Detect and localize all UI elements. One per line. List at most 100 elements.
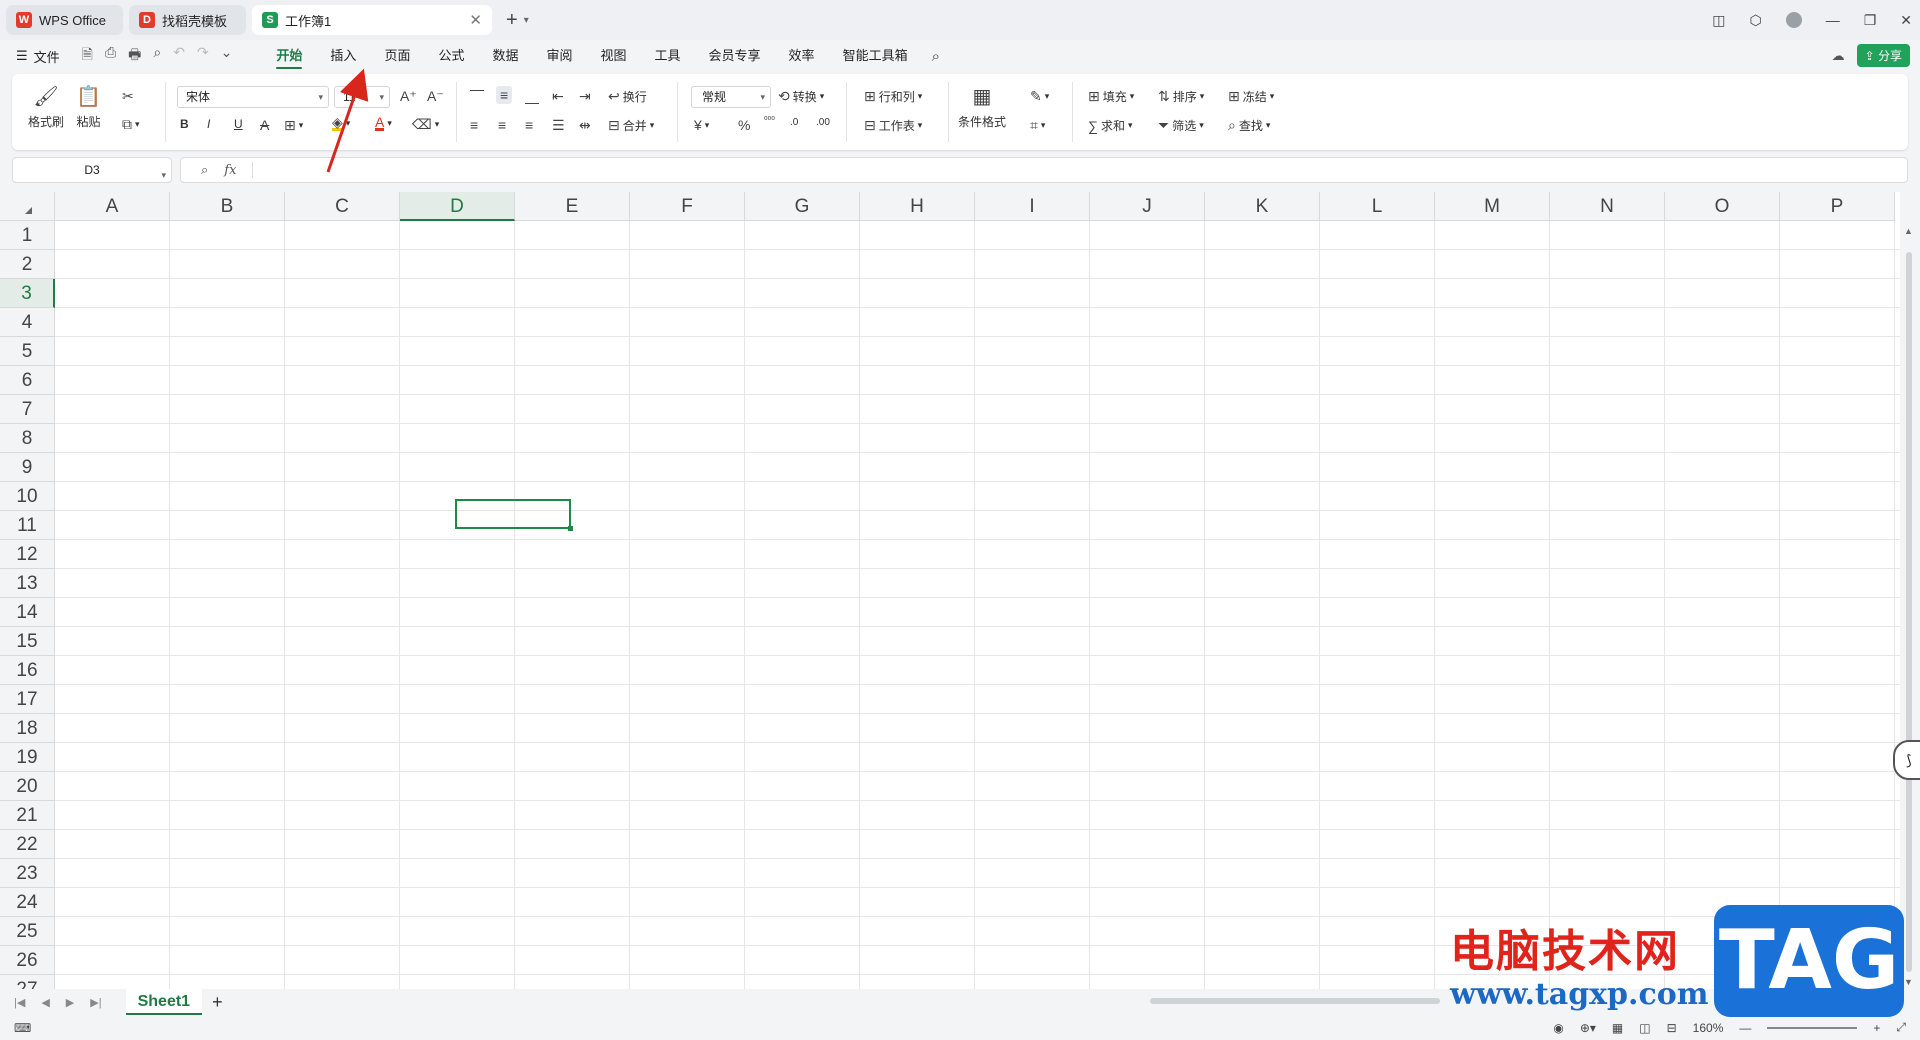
italic-button[interactable]: I [207, 117, 210, 131]
border-button[interactable]: ⊞ ▾ [284, 117, 303, 134]
restore-icon[interactable]: ❐ [1864, 12, 1877, 29]
format-painter-button[interactable]: 🖌 格式刷 [28, 84, 64, 130]
column-header[interactable]: H [860, 192, 975, 221]
tab-workbook[interactable]: S 工作簿1 ✕ [252, 5, 492, 35]
horizontal-scrollbar[interactable] [1150, 998, 1440, 1004]
tab-efficiency[interactable]: 效率 [775, 40, 829, 72]
wrap-text-button[interactable]: ↩ 换行 [608, 88, 647, 105]
new-tab-icon[interactable]: + [506, 9, 518, 32]
strikethrough-button[interactable]: A [260, 117, 269, 133]
column-header[interactable]: D [400, 192, 515, 221]
share-button[interactable]: ⇪ 分享 [1856, 44, 1910, 67]
font-color-button[interactable]: A ▾ [375, 115, 392, 131]
row-header[interactable]: 22 [0, 830, 55, 859]
output-icon[interactable]: ⎙ [105, 44, 116, 68]
cloud-icon[interactable]: ☁ [1832, 48, 1845, 64]
name-box[interactable]: D3 ▾ [12, 157, 172, 183]
column-header[interactable]: B [170, 192, 285, 221]
sum-button[interactable]: ∑ 求和 ▾ [1088, 117, 1133, 134]
percent-button[interactable]: % [738, 117, 750, 133]
underline-button[interactable]: U [234, 117, 243, 131]
align-bottom-button[interactable]: ⎽ [525, 88, 539, 105]
last-sheet-icon[interactable]: ▶| [90, 996, 101, 1009]
align-right-button[interactable]: ≡ [525, 117, 533, 133]
column-header[interactable]: I [975, 192, 1090, 221]
row-header[interactable]: 2 [0, 250, 55, 279]
cube-icon[interactable]: ⬡ [1749, 12, 1761, 29]
redo-icon[interactable]: ↷ [197, 44, 209, 68]
tab-tools[interactable]: 工具 [641, 40, 695, 72]
tab-data[interactable]: 数据 [478, 40, 532, 72]
avatar[interactable] [1785, 12, 1802, 28]
sheet-tab-sheet1[interactable]: Sheet1 [125, 989, 203, 1015]
align-left-button[interactable]: ≡ [470, 117, 478, 133]
number-format-select[interactable]: 常规 ▾ [691, 86, 771, 108]
fill-color-button[interactable]: ◈ ▾ [332, 115, 350, 131]
scroll-thumb[interactable] [1906, 252, 1912, 972]
row-header[interactable]: 12 [0, 540, 55, 569]
select-all-corner[interactable] [0, 192, 55, 221]
decrease-indent-button[interactable]: ⇤ [552, 88, 564, 105]
column-header[interactable]: F [630, 192, 745, 221]
justify-button[interactable]: ☰ [552, 117, 565, 134]
align-top-button[interactable]: ⎺ [470, 88, 484, 105]
print-preview-icon[interactable]: ⌕ [153, 44, 161, 68]
row-header[interactable]: 6 [0, 366, 55, 395]
column-header[interactable]: L [1320, 192, 1435, 221]
tab-page[interactable]: 页面 [370, 40, 424, 72]
tab-formula[interactable]: 公式 [424, 40, 478, 72]
increase-indent-button[interactable]: ⇥ [579, 88, 591, 105]
tab-wps-office[interactable]: W WPS Office [6, 5, 123, 35]
print-icon[interactable]: 🖶 [128, 44, 141, 68]
chevron-down-icon[interactable]: ▾ [524, 15, 529, 26]
next-sheet-icon[interactable]: ▶ [66, 996, 74, 1009]
tab-member[interactable]: 会员专享 [695, 40, 775, 72]
merge-button[interactable]: ⊟ 合并 ▾ [608, 117, 654, 134]
row-header[interactable]: 20 [0, 772, 55, 801]
table-style-button[interactable]: ⌗ ▾ [1030, 117, 1045, 134]
tab-review[interactable]: 审阅 [532, 40, 586, 72]
prev-sheet-icon[interactable]: ◀ [41, 996, 49, 1009]
worksheet-button[interactable]: ⊟ 工作表 ▾ [864, 117, 922, 134]
row-header[interactable]: 21 [0, 801, 55, 830]
cut-button[interactable]: ✂ [122, 88, 134, 105]
column-header[interactable]: G [745, 192, 860, 221]
undo-icon[interactable]: ↶ [173, 44, 185, 68]
tab-home[interactable]: 开始 [262, 40, 316, 72]
column-header[interactable]: N [1550, 192, 1665, 221]
cell-area[interactable] [55, 221, 1900, 989]
zoom-formula-icon[interactable]: ⌕ [201, 162, 208, 178]
increase-font-button[interactable]: A⁺ [400, 88, 417, 105]
bold-button[interactable]: B [180, 117, 189, 131]
tab-template[interactable]: D 找稻壳模板 [129, 5, 246, 35]
filter-button[interactable]: ⏷ 筛选 ▾ [1158, 117, 1204, 134]
row-header[interactable]: 1 [0, 221, 55, 250]
thousands-button[interactable]: ⁰⁰⁰ [764, 115, 775, 126]
column-header[interactable]: M [1435, 192, 1550, 221]
sort-button[interactable]: ⇅ 排序 ▾ [1158, 88, 1204, 105]
row-header[interactable]: 26 [0, 946, 55, 975]
currency-button[interactable]: ¥ ▾ [694, 117, 709, 133]
row-header[interactable]: 15 [0, 627, 55, 656]
row-header[interactable]: 5 [0, 337, 55, 366]
row-header[interactable]: 3 [0, 279, 55, 308]
row-header[interactable]: 18 [0, 714, 55, 743]
rows-columns-button[interactable]: ⊞ 行和列 ▾ [864, 88, 922, 105]
row-header[interactable]: 4 [0, 308, 55, 337]
vertical-scrollbar[interactable]: ▲ ▼ [1902, 222, 1916, 992]
row-header[interactable]: 10 [0, 482, 55, 511]
row-header[interactable]: 7 [0, 395, 55, 424]
row-header[interactable]: 19 [0, 743, 55, 772]
font-name-select[interactable]: 宋体 ▾ [177, 86, 329, 108]
row-header[interactable]: 8 [0, 424, 55, 453]
column-header[interactable]: P [1780, 192, 1895, 221]
input-mode-icon[interactable]: ⌨ [14, 1021, 31, 1035]
first-sheet-icon[interactable]: |◀ [14, 996, 25, 1009]
fx-icon[interactable]: fx [224, 163, 236, 178]
copy-button[interactable]: ⧉ ▾ [122, 116, 140, 133]
distributed-button[interactable]: ⇹ [579, 117, 591, 134]
search-icon[interactable]: ⌕ [932, 48, 940, 65]
floating-assistant-icon[interactable]: ⟆ [1893, 740, 1920, 780]
row-header[interactable]: 16 [0, 656, 55, 685]
column-header[interactable]: E [515, 192, 630, 221]
